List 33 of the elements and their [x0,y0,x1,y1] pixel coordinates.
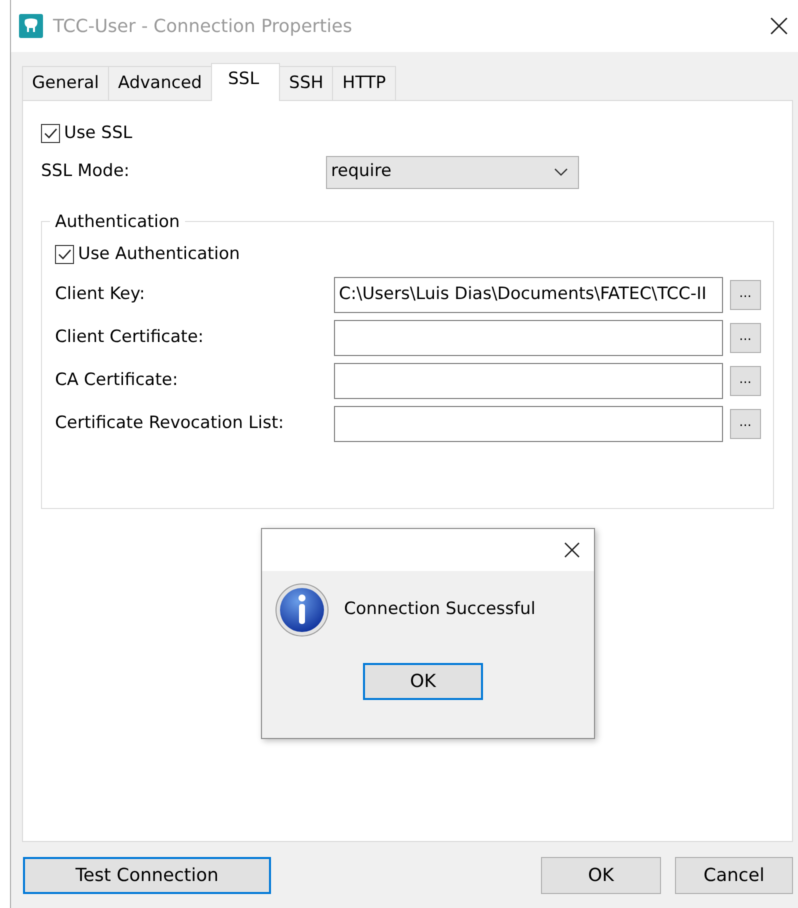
input-field[interactable]: C:\Users\Luis Dias\Documents\FATEC\TCC-II [334,277,723,313]
ssl-mode-dropdown[interactable]: require [326,156,579,188]
checkbox-label: Use SSL [64,122,132,145]
close-icon[interactable] [770,17,788,35]
field-label: Client Key: [55,283,146,306]
elephant-icon [19,14,43,38]
close-icon[interactable] [564,542,580,558]
tab[interactable]: General [22,66,109,100]
browse-button[interactable]: ... [730,280,761,310]
message-text: Connection Successful [344,598,536,622]
browse-button[interactable]: ... [730,366,761,396]
input-field[interactable] [334,320,723,356]
field-label: CA Certificate: [55,369,179,392]
ok-button[interactable]: OK [363,663,483,700]
input-field[interactable] [334,406,723,442]
checkbox-label: Use Authentication [78,242,240,266]
field-label: Client Certificate: [55,326,205,350]
browse-button[interactable]: ... [730,323,761,353]
field-label: SSL Mode: [41,160,131,184]
window-title: TCC-User - Connection Properties [53,14,352,38]
checkmark-icon [43,126,58,142]
checkbox[interactable] [55,244,74,264]
checkbox[interactable] [41,124,60,144]
field-label: Certificate Revocation List: [55,412,285,436]
button[interactable]: Cancel [675,857,793,894]
button[interactable]: OK [541,857,661,894]
browse-button[interactable]: ... [730,409,761,439]
tab[interactable]: HTTP [332,66,396,100]
input-field[interactable] [334,363,723,399]
info-icon [275,583,329,637]
chevron-down-icon [554,168,568,176]
tab[interactable]: SSL [210,63,280,101]
test-connection-button[interactable]: Test Connection [23,857,271,894]
